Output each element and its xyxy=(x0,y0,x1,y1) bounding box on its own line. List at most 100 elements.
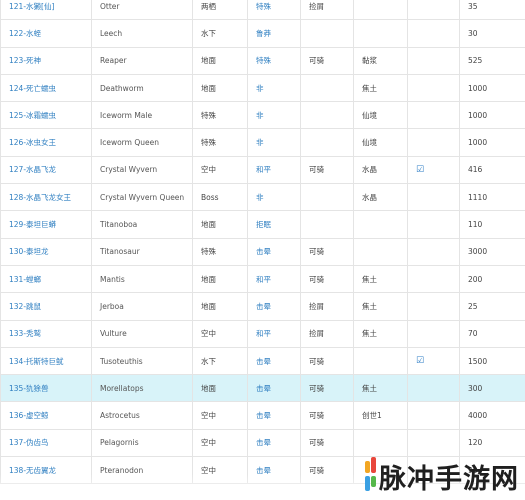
creature-english-name: Crystal Wyvern Queen xyxy=(91,183,193,212)
site-watermark: 脉冲手游网 xyxy=(364,456,519,496)
temperament-link[interactable]: 击晕 xyxy=(247,401,301,430)
creature-english-name: Otter xyxy=(91,0,193,21)
environment-cell: 地面 xyxy=(192,73,248,103)
temperament-link[interactable]: 击晕 xyxy=(247,237,301,266)
number-cell: 1000 xyxy=(459,101,525,130)
creature-name-link[interactable]: 132-跳鼠 xyxy=(0,292,92,321)
rideable-cell xyxy=(300,128,354,157)
creature-name-link[interactable]: 137-伪齿鸟 xyxy=(0,428,92,458)
number-cell: 1500 xyxy=(459,346,525,376)
temperament-link[interactable]: 非 xyxy=(247,128,301,157)
table-row: 132-跳鼠 Jerboa 地面 击晕 捡屑 焦土 25 xyxy=(0,292,525,321)
creature-name-link[interactable]: 130-泰坦龙 xyxy=(0,237,92,266)
environment-cell: Boss xyxy=(192,183,248,212)
temperament-link[interactable]: 击晕 xyxy=(247,292,301,321)
environment-cell: 地面 xyxy=(192,374,248,403)
table-row: 135-犰狳兽 Morellatops 地面 击晕 可骑 焦土 300 xyxy=(0,374,525,403)
rideable-cell: 可骑 xyxy=(300,264,354,294)
creature-english-name: Pteranodon xyxy=(91,456,193,485)
temperament-link[interactable]: 击晕 xyxy=(247,346,301,376)
environment-cell: 空中 xyxy=(192,428,248,458)
creature-name-link[interactable]: 134-托斯特巨鱿 xyxy=(0,346,92,376)
creature-english-name: Reaper xyxy=(91,46,193,75)
number-cell: 200 xyxy=(459,264,525,294)
creature-name-link[interactable]: 126-冰虫女王 xyxy=(0,128,92,157)
resource-cell: 创世1 xyxy=(353,401,408,430)
number-cell: 35 xyxy=(459,0,525,21)
temperament-link[interactable]: 非 xyxy=(247,101,301,130)
number-cell: 3000 xyxy=(459,237,525,266)
check-icon: ☑ xyxy=(407,155,460,185)
check-icon xyxy=(407,0,460,21)
resource-cell: 水晶 xyxy=(353,183,408,212)
temperament-link[interactable]: 击晕 xyxy=(247,428,301,458)
environment-cell: 两栖 xyxy=(192,0,248,21)
creature-english-name: Iceworm Male xyxy=(91,101,193,130)
resource-cell: 焦土 xyxy=(353,292,408,321)
creature-name-link[interactable]: 138-无齿翼龙 xyxy=(0,456,92,485)
check-icon xyxy=(407,292,460,321)
temperament-link[interactable]: 特殊 xyxy=(247,46,301,75)
check-icon xyxy=(407,128,460,157)
number-cell: 25 xyxy=(459,292,525,321)
temperament-link[interactable]: 和平 xyxy=(247,319,301,348)
creature-name-link[interactable]: 121-水獭[仙] xyxy=(0,0,92,21)
environment-cell: 空中 xyxy=(192,456,248,485)
creature-name-link[interactable]: 131-螳螂 xyxy=(0,264,92,294)
creature-name-link[interactable]: 129-泰坦巨蟒 xyxy=(0,210,92,239)
creature-name-link[interactable]: 122-水蛭 xyxy=(0,19,92,48)
creature-table: 121-水獭[仙] Otter 两栖 特殊 捡屑 35 122-水蛭 Leech 水下 鲁莽 30 1… xyxy=(0,0,525,485)
check-icon xyxy=(407,101,460,130)
check-icon xyxy=(407,73,460,103)
check-icon xyxy=(407,210,460,239)
temperament-link[interactable]: 特殊 xyxy=(247,0,301,21)
resource-cell: 焦土 xyxy=(353,319,408,348)
check-icon xyxy=(407,183,460,212)
rideable-cell: 可骑 xyxy=(300,346,354,376)
resource-cell: 焦土 xyxy=(353,73,408,103)
number-cell: 525 xyxy=(459,46,525,75)
environment-cell: 地面 xyxy=(192,292,248,321)
rideable-cell: 可骑 xyxy=(300,46,354,75)
temperament-link[interactable]: 击晕 xyxy=(247,374,301,403)
check-icon xyxy=(407,19,460,48)
creature-name-link[interactable]: 136-虚空鲸 xyxy=(0,401,92,430)
table-row: 125-冰霜蠕虫 Iceworm Male 特殊非 仙境 1000 xyxy=(0,101,525,130)
resource-cell xyxy=(353,428,408,458)
creature-english-name: Pelagornis xyxy=(91,428,193,458)
resource-cell: 水晶 xyxy=(353,155,408,185)
environment-cell: 地面 xyxy=(192,210,248,239)
creature-name-link[interactable]: 123-死神 xyxy=(0,46,92,75)
temperament-link[interactable]: 拒眠 xyxy=(247,210,301,239)
resource-cell: 仙境 xyxy=(353,101,408,130)
temperament-link[interactable]: 非 xyxy=(247,183,301,212)
temperament-link[interactable]: 和平 xyxy=(247,264,301,294)
resource-cell: 仙境 xyxy=(353,128,408,157)
table-row: 123-死神 Reaper 地面 特殊 可骑 黏浆 525 xyxy=(0,46,525,75)
number-cell: 300 xyxy=(459,374,525,403)
temperament-link[interactable]: 鲁莽 xyxy=(247,19,301,48)
creature-english-name: Vulture xyxy=(91,319,193,348)
rideable-cell: 捡屑 xyxy=(300,319,354,348)
pulse-logo-icon xyxy=(364,457,377,495)
creature-english-name: Titanosaur xyxy=(91,237,193,266)
creature-name-link[interactable]: 128-水晶飞龙女王 xyxy=(0,183,92,212)
table-row: 129-泰坦巨蟒 Titanoboa 地面 拒眠 110 xyxy=(0,210,525,239)
rideable-cell: 可骑 xyxy=(300,374,354,403)
creature-name-link[interactable]: 133-秃鹫 xyxy=(0,319,92,348)
table-row: 124-死亡蠕虫 Deathworm 地面非 焦土 1000 xyxy=(0,73,525,103)
rideable-cell: 可骑 xyxy=(300,456,354,485)
creature-name-link[interactable]: 125-冰霜蠕虫 xyxy=(0,101,92,130)
temperament-link[interactable]: 击晕 xyxy=(247,456,301,485)
check-icon xyxy=(407,319,460,348)
creature-name-link[interactable]: 127-水晶飞龙 xyxy=(0,155,92,185)
creature-name-link[interactable]: 135-犰狳兽 xyxy=(0,374,92,403)
environment-cell: 特殊 xyxy=(192,101,248,130)
creature-name-link[interactable]: 124-死亡蠕虫 xyxy=(0,73,92,103)
temperament-link[interactable]: 和平 xyxy=(247,155,301,185)
resource-cell xyxy=(353,210,408,239)
number-cell: 4000 xyxy=(459,401,525,430)
creature-english-name: Jerboa xyxy=(91,292,193,321)
temperament-link[interactable]: 非 xyxy=(247,73,301,103)
creature-english-name: Morellatops xyxy=(91,374,193,403)
